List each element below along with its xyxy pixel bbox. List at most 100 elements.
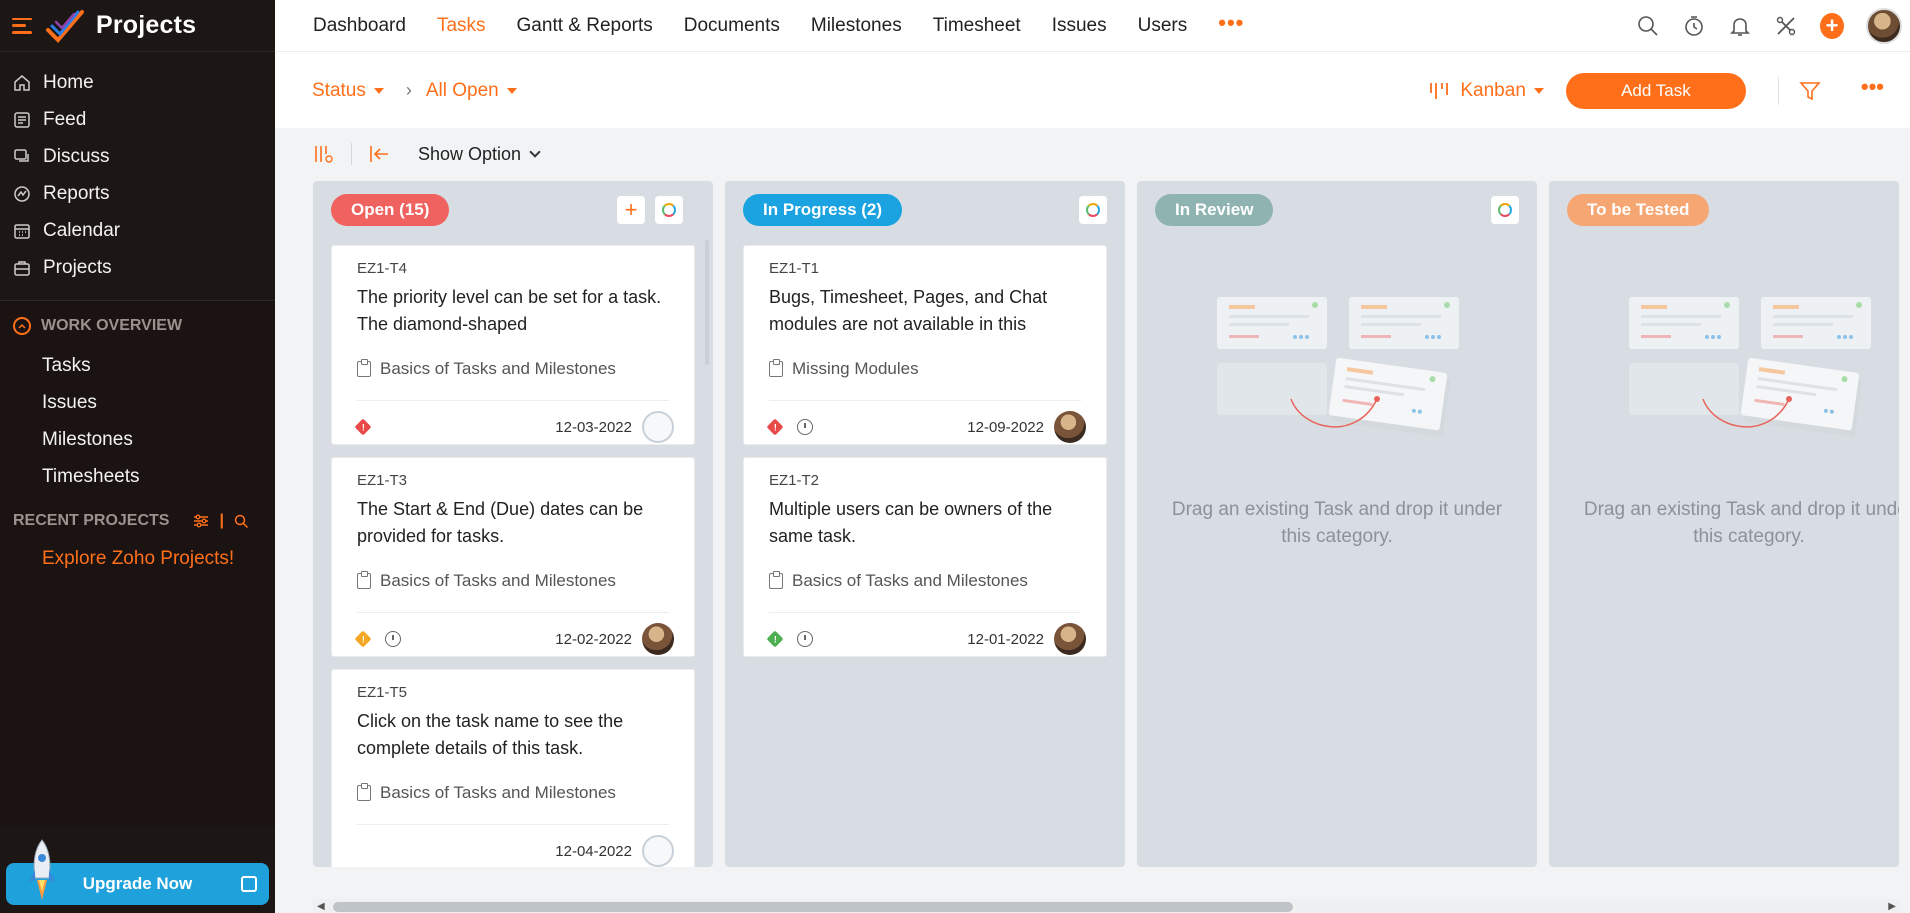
menu-toggle-icon[interactable] <box>12 17 32 34</box>
refresh-column-button[interactable] <box>1079 196 1107 224</box>
nav-reports[interactable]: Reports <box>0 175 275 212</box>
nav-discuss[interactable]: Discuss <box>0 138 275 175</box>
reports-icon <box>14 185 30 202</box>
collapse-columns-icon[interactable] <box>368 144 390 164</box>
milestone-icon <box>357 359 371 377</box>
task-card[interactable]: EZ1-T3 The Start & End (Due) dates can b… <box>331 457 695 657</box>
tab-issues[interactable]: Issues <box>1052 15 1107 37</box>
sidebar-item-label: Milestones <box>42 428 133 450</box>
all-open-filter-dropdown[interactable]: All Open <box>426 80 517 102</box>
priority-high-icon[interactable]: ! <box>766 418 784 436</box>
more-options-button[interactable]: ••• <box>1861 74 1884 100</box>
sidebar-item-timesheets[interactable]: Timesheets <box>0 458 275 495</box>
quick-add-button[interactable]: + <box>1820 13 1844 39</box>
kanban-view-label: Kanban <box>1460 79 1526 101</box>
task-id: EZ1-T3 <box>357 472 408 489</box>
milestone-icon <box>357 571 371 589</box>
task-milestone: Basics of Tasks and Milestones <box>357 571 616 591</box>
task-card[interactable]: EZ1-T4 The priority level can be set for… <box>331 245 695 445</box>
empty-column-message: Drag an existing Task and drop it under … <box>1583 499 1899 547</box>
timer-icon[interactable] <box>1682 14 1706 38</box>
owner-avatar[interactable] <box>1054 623 1086 655</box>
caret-down-icon <box>373 87 384 94</box>
horizontal-scrollbar[interactable]: ◀ ▶ <box>313 899 1900 913</box>
tab-tasks[interactable]: Tasks <box>437 15 486 37</box>
sidebar-item-tasks[interactable]: Tasks <box>0 347 275 384</box>
column-header: To be Tested <box>1549 181 1899 239</box>
divider <box>1777 76 1779 105</box>
column-header: In Progress (2) <box>725 181 1125 239</box>
nav-feed-label: Feed <box>43 108 87 130</box>
tab-dashboard[interactable]: Dashboard <box>313 15 406 37</box>
add-task-in-column-button[interactable]: + <box>617 196 645 224</box>
milestone-icon <box>769 359 783 377</box>
plus-icon: + <box>624 197 638 222</box>
column-scrollbar[interactable] <box>705 240 709 365</box>
task-card[interactable]: EZ1-T1 Bugs, Timesheet, Pages, and Chat … <box>743 245 1107 445</box>
divider <box>769 400 1081 401</box>
task-title[interactable]: Multiple users can be owners of the same… <box>769 496 1086 550</box>
caret-down-icon <box>1533 87 1544 94</box>
kanban-view-dropdown[interactable]: Kanban <box>1428 80 1544 102</box>
task-title[interactable]: Click on the task name to see the comple… <box>357 708 674 762</box>
scroll-left-icon[interactable]: ◀ <box>317 901 325 912</box>
work-overview-toggle[interactable]: WORK OVERVIEW <box>0 305 275 347</box>
divider <box>351 143 352 165</box>
refresh-column-button[interactable] <box>655 196 683 224</box>
divider <box>357 612 669 613</box>
show-option-dropdown[interactable]: Show Option <box>418 144 541 165</box>
explore-zoho-projects-link[interactable]: Explore Zoho Projects! <box>0 541 275 577</box>
task-card[interactable]: EZ1-T5 Click on the task name to see the… <box>331 669 695 867</box>
tools-icon[interactable] <box>1774 14 1798 38</box>
nav-discuss-label: Discuss <box>43 145 110 167</box>
nav-calendar[interactable]: Calendar <box>0 212 275 249</box>
sidebar-item-issues[interactable]: Issues <box>0 384 275 421</box>
task-card-footer: ! 12-01-2022 <box>766 622 1086 656</box>
divider <box>357 824 669 825</box>
task-due-date: 12-02-2022 <box>555 630 632 648</box>
task-card[interactable]: EZ1-T2 Multiple users can be owners of t… <box>743 457 1107 657</box>
search-icon[interactable] <box>234 514 249 529</box>
sidebar-item-milestones[interactable]: Milestones <box>0 421 275 458</box>
column-settings-icon[interactable] <box>313 144 335 164</box>
priority-low-icon[interactable]: ! <box>766 630 784 648</box>
timer-icon[interactable] <box>797 419 813 435</box>
filter-settings-icon[interactable] <box>193 514 209 528</box>
timer-icon[interactable] <box>797 631 813 647</box>
status-filter-dropdown[interactable]: Status <box>312 80 384 102</box>
tab-gantt-reports[interactable]: Gantt & Reports <box>517 15 653 37</box>
nav-projects[interactable]: Projects <box>0 249 275 286</box>
task-title[interactable]: Bugs, Timesheet, Pages, and Chat modules… <box>769 284 1086 338</box>
task-title[interactable]: The Start & End (Due) dates can be provi… <box>357 496 674 550</box>
more-tabs-button[interactable]: ••• <box>1218 10 1244 36</box>
priority-medium-icon[interactable]: ! <box>354 630 372 648</box>
column-in-review: In Review Drag an existing Task and drop… <box>1137 181 1537 867</box>
milestone-icon <box>769 571 783 589</box>
timer-icon[interactable] <box>385 631 401 647</box>
user-avatar[interactable] <box>1866 8 1902 44</box>
refresh-column-button[interactable] <box>1491 196 1519 224</box>
work-overview-heading: WORK OVERVIEW <box>41 317 183 334</box>
projects-icon <box>14 260 30 276</box>
owner-avatar[interactable] <box>1054 411 1086 443</box>
nav-home[interactable]: Home <box>0 64 275 101</box>
task-title[interactable]: The priority level can be set for a task… <box>357 284 674 338</box>
tab-milestones[interactable]: Milestones <box>811 15 902 37</box>
tab-users[interactable]: Users <box>1138 15 1188 37</box>
owner-avatar[interactable] <box>642 623 674 655</box>
bell-icon[interactable] <box>1728 14 1752 38</box>
task-id: EZ1-T1 <box>769 260 820 277</box>
tab-timesheet[interactable]: Timesheet <box>933 15 1021 37</box>
nav-feed[interactable]: Feed <box>0 101 275 138</box>
horizontal-scroll-thumb[interactable] <box>333 902 1293 912</box>
unassigned-owner-avatar[interactable] <box>642 835 674 867</box>
unassigned-owner-avatar[interactable] <box>642 411 674 443</box>
search-icon[interactable] <box>1636 14 1660 38</box>
nav-reports-label: Reports <box>43 182 110 204</box>
scroll-right-icon[interactable]: ▶ <box>1888 901 1896 912</box>
add-task-button[interactable]: Add Task <box>1565 72 1746 109</box>
tab-documents[interactable]: Documents <box>684 15 780 37</box>
filter-icon[interactable] <box>1799 80 1821 102</box>
priority-high-icon[interactable]: ! <box>354 418 372 436</box>
empty-column-message: Drag an existing Task and drop it under … <box>1171 499 1503 547</box>
